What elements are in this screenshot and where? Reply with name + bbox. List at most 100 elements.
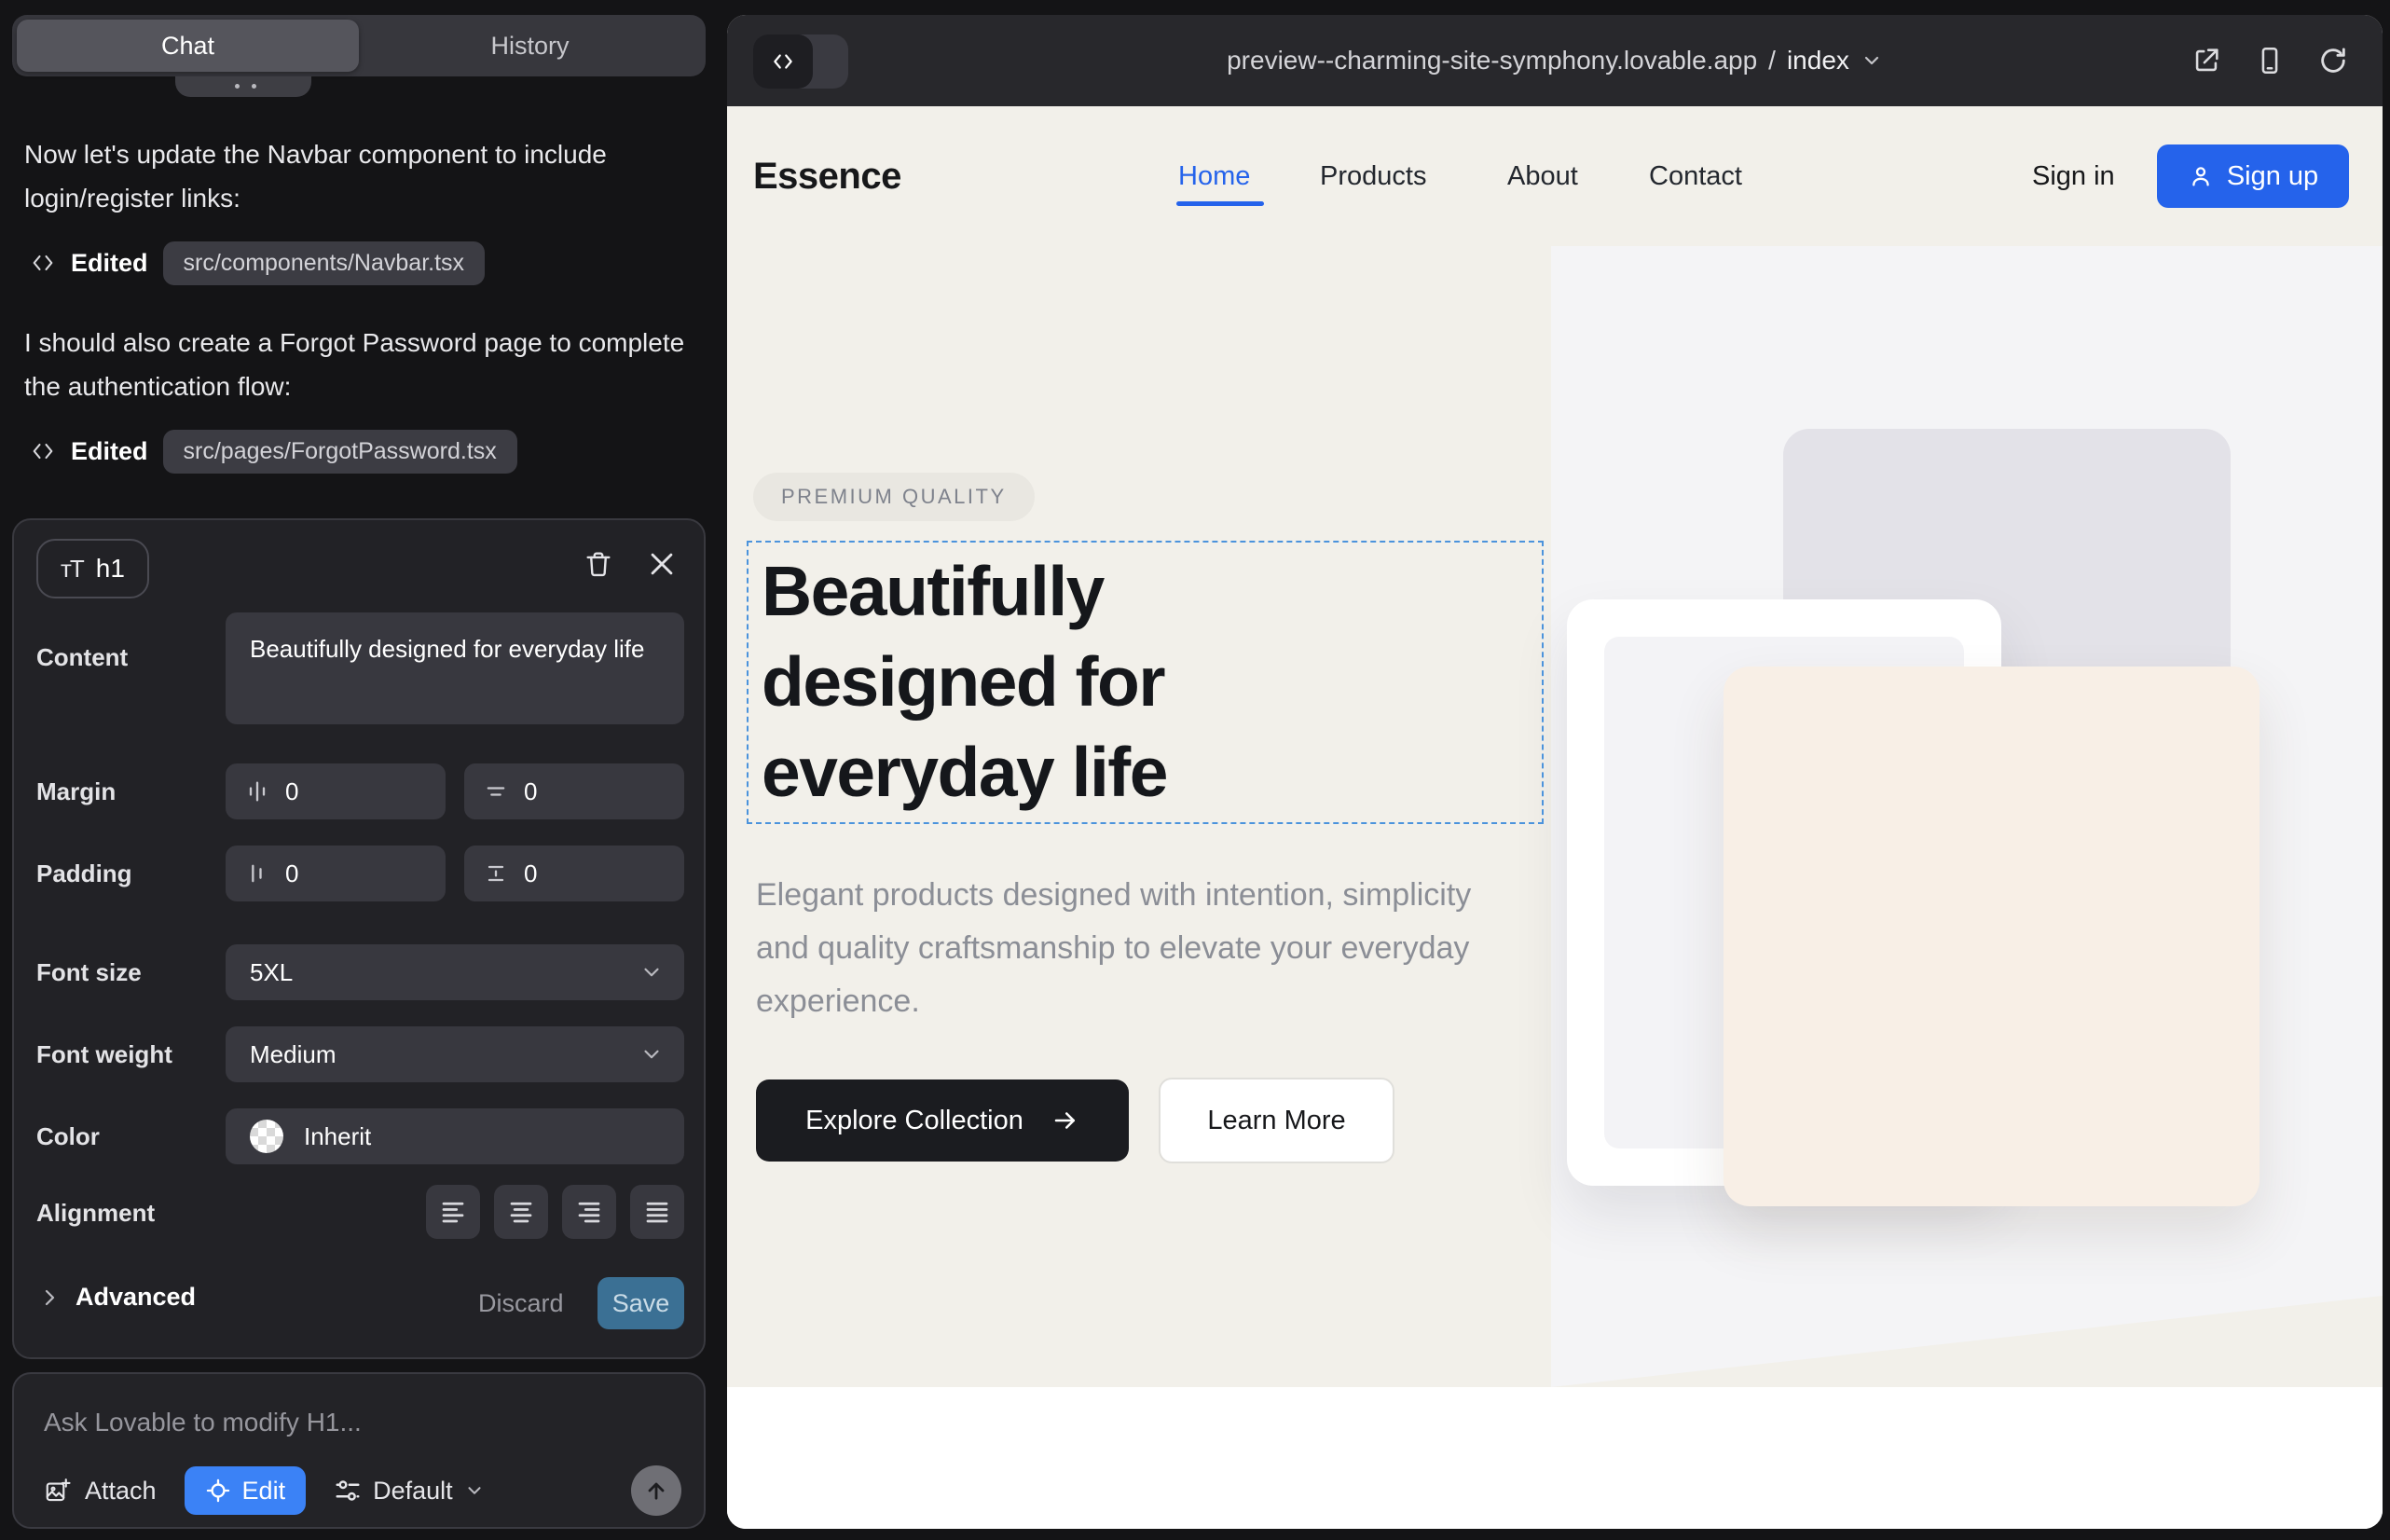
padding-horizontal-icon: [244, 860, 270, 887]
mobile-view-button[interactable]: [2254, 45, 2286, 76]
margin-x-value: 0: [285, 777, 298, 806]
sign-up-button[interactable]: Sign up: [2157, 144, 2349, 208]
align-left-button[interactable]: [426, 1185, 480, 1239]
target-icon: [205, 1478, 231, 1504]
font-weight-value: Medium: [250, 1040, 336, 1069]
browser-chrome: preview--charming-site-symphony.lovable.…: [727, 15, 2383, 106]
nav-link-home[interactable]: Home: [1178, 106, 1250, 246]
preview-browser-panel: preview--charming-site-symphony.lovable.…: [727, 15, 2383, 1529]
content-input[interactable]: Beautifully designed for everyday life: [226, 612, 684, 724]
align-justify-button[interactable]: [630, 1185, 684, 1239]
chevron-down-icon: [464, 1480, 485, 1501]
margin-horizontal-icon: [244, 778, 270, 804]
composer-toolbar: Attach Edit Default: [44, 1465, 681, 1516]
file-pill[interactable]: src/components/Navbar.tsx: [163, 241, 486, 285]
typography-icon: тT: [61, 555, 83, 584]
delete-element-button[interactable]: [583, 548, 614, 580]
font-size-select[interactable]: 5XL: [226, 944, 684, 1000]
alignment-label: Alignment: [36, 1199, 155, 1228]
open-in-new-tab-button[interactable]: [2191, 45, 2222, 76]
color-value: Inherit: [304, 1122, 371, 1151]
edited-file-row: Edited src/components/Navbar.tsx: [30, 241, 485, 285]
url-separator: /: [1768, 46, 1776, 76]
sign-in-link[interactable]: Sign in: [2032, 106, 2115, 246]
refresh-button[interactable]: [2317, 45, 2349, 76]
chat-composer: Ask Lovable to modify H1... Attach Edit …: [12, 1372, 706, 1529]
preview-site: Essence Home Products About Contact Sign…: [727, 106, 2383, 1529]
element-tag-name: h1: [96, 554, 125, 584]
chevron-down-icon: [639, 960, 664, 984]
send-button[interactable]: [631, 1465, 681, 1516]
chevron-right-icon: [38, 1286, 61, 1309]
user-icon: [2188, 163, 2214, 189]
url-path: index: [1787, 46, 1849, 76]
margin-y-value: 0: [524, 777, 537, 806]
color-swatch: [250, 1120, 283, 1153]
margin-vertical-icon: [483, 778, 509, 804]
color-label: Color: [36, 1122, 100, 1151]
nav-link-contact[interactable]: Contact: [1649, 106, 1742, 246]
font-size-label: Font size: [36, 958, 142, 987]
advanced-toggle[interactable]: Advanced: [38, 1283, 196, 1312]
color-select[interactable]: Inherit: [226, 1108, 684, 1164]
decorative-wedge: [1551, 1296, 2383, 1387]
padding-y-input[interactable]: 0: [464, 846, 684, 901]
file-pill[interactable]: src/pages/ForgotPassword.tsx: [163, 430, 517, 474]
edit-label: Edit: [242, 1477, 286, 1506]
font-weight-label: Font weight: [36, 1040, 172, 1069]
image-plus-icon: [44, 1477, 72, 1505]
attach-label: Attach: [85, 1477, 157, 1506]
premium-quality-badge: PREMIUM QUALITY: [753, 473, 1035, 521]
edited-file-row: Edited src/pages/ForgotPassword.tsx: [30, 429, 517, 474]
chat-scrolled-pill: [175, 76, 311, 97]
learn-more-button[interactable]: Learn More: [1159, 1078, 1394, 1163]
chat-sidebar: Chat History Now let's update the Navbar…: [0, 0, 725, 1540]
composer-input[interactable]: Ask Lovable to modify H1...: [44, 1408, 362, 1437]
advanced-label: Advanced: [76, 1283, 196, 1312]
url-host: preview--charming-site-symphony.lovable.…: [1227, 46, 1757, 76]
save-button[interactable]: Save: [598, 1277, 684, 1329]
tab-history[interactable]: History: [359, 20, 701, 72]
sidebar-tabbar: Chat History: [12, 15, 706, 76]
mode-select[interactable]: Default: [334, 1477, 485, 1506]
nav-link-products[interactable]: Products: [1320, 106, 1426, 246]
padding-vertical-icon: [483, 860, 509, 887]
attach-button[interactable]: Attach: [44, 1477, 157, 1506]
nav-link-about[interactable]: About: [1507, 106, 1578, 246]
close-panel-button[interactable]: [646, 548, 678, 580]
margin-x-input[interactable]: 0: [226, 763, 446, 819]
padding-x-input[interactable]: 0: [226, 846, 446, 901]
explore-collection-button[interactable]: Explore Collection: [756, 1079, 1129, 1162]
site-footer-section: [727, 1387, 2383, 1529]
edit-mode-button[interactable]: Edit: [185, 1466, 307, 1515]
arrow-up-icon: [643, 1478, 669, 1504]
site-navbar: Essence Home Products About Contact Sign…: [727, 106, 2383, 246]
element-editor-panel: тT h1 Content Beautifully designed for e…: [12, 518, 706, 1359]
chat-message: Now let's update the Navbar component to…: [24, 132, 688, 220]
site-logo[interactable]: Essence: [753, 106, 901, 246]
align-center-button[interactable]: [494, 1185, 548, 1239]
discard-button[interactable]: Discard: [478, 1277, 564, 1329]
hero-section: PREMIUM QUALITY Beautifully designed for…: [727, 246, 2383, 1387]
sliders-icon: [334, 1477, 362, 1505]
code-icon: [30, 250, 56, 276]
explore-collection-label: Explore Collection: [805, 1106, 1023, 1136]
hero-paragraph: Elegant products designed with intention…: [756, 869, 1502, 1028]
content-label: Content: [36, 643, 128, 672]
url-bar[interactable]: preview--charming-site-symphony.lovable.…: [727, 15, 2383, 106]
chevron-down-icon: [639, 1042, 664, 1066]
align-right-button[interactable]: [562, 1185, 616, 1239]
font-weight-select[interactable]: Medium: [226, 1026, 684, 1082]
decorative-card-cream: [1724, 667, 2260, 1206]
chevron-down-icon: [1861, 49, 1883, 72]
h1-selection-outline[interactable]: Beautifully designed for everyday life: [747, 541, 1544, 824]
chat-message: I should also create a Forgot Password p…: [24, 321, 688, 408]
margin-label: Margin: [36, 777, 116, 806]
mode-label: Default: [373, 1477, 453, 1506]
edited-label: Edited: [71, 437, 148, 466]
tab-chat[interactable]: Chat: [17, 20, 359, 72]
padding-label: Padding: [36, 859, 132, 888]
margin-y-input[interactable]: 0: [464, 763, 684, 819]
hero-heading[interactable]: Beautifully designed for everyday life: [762, 546, 1414, 818]
lovable-editor-window: Chat History Now let's update the Navbar…: [0, 0, 2390, 1540]
